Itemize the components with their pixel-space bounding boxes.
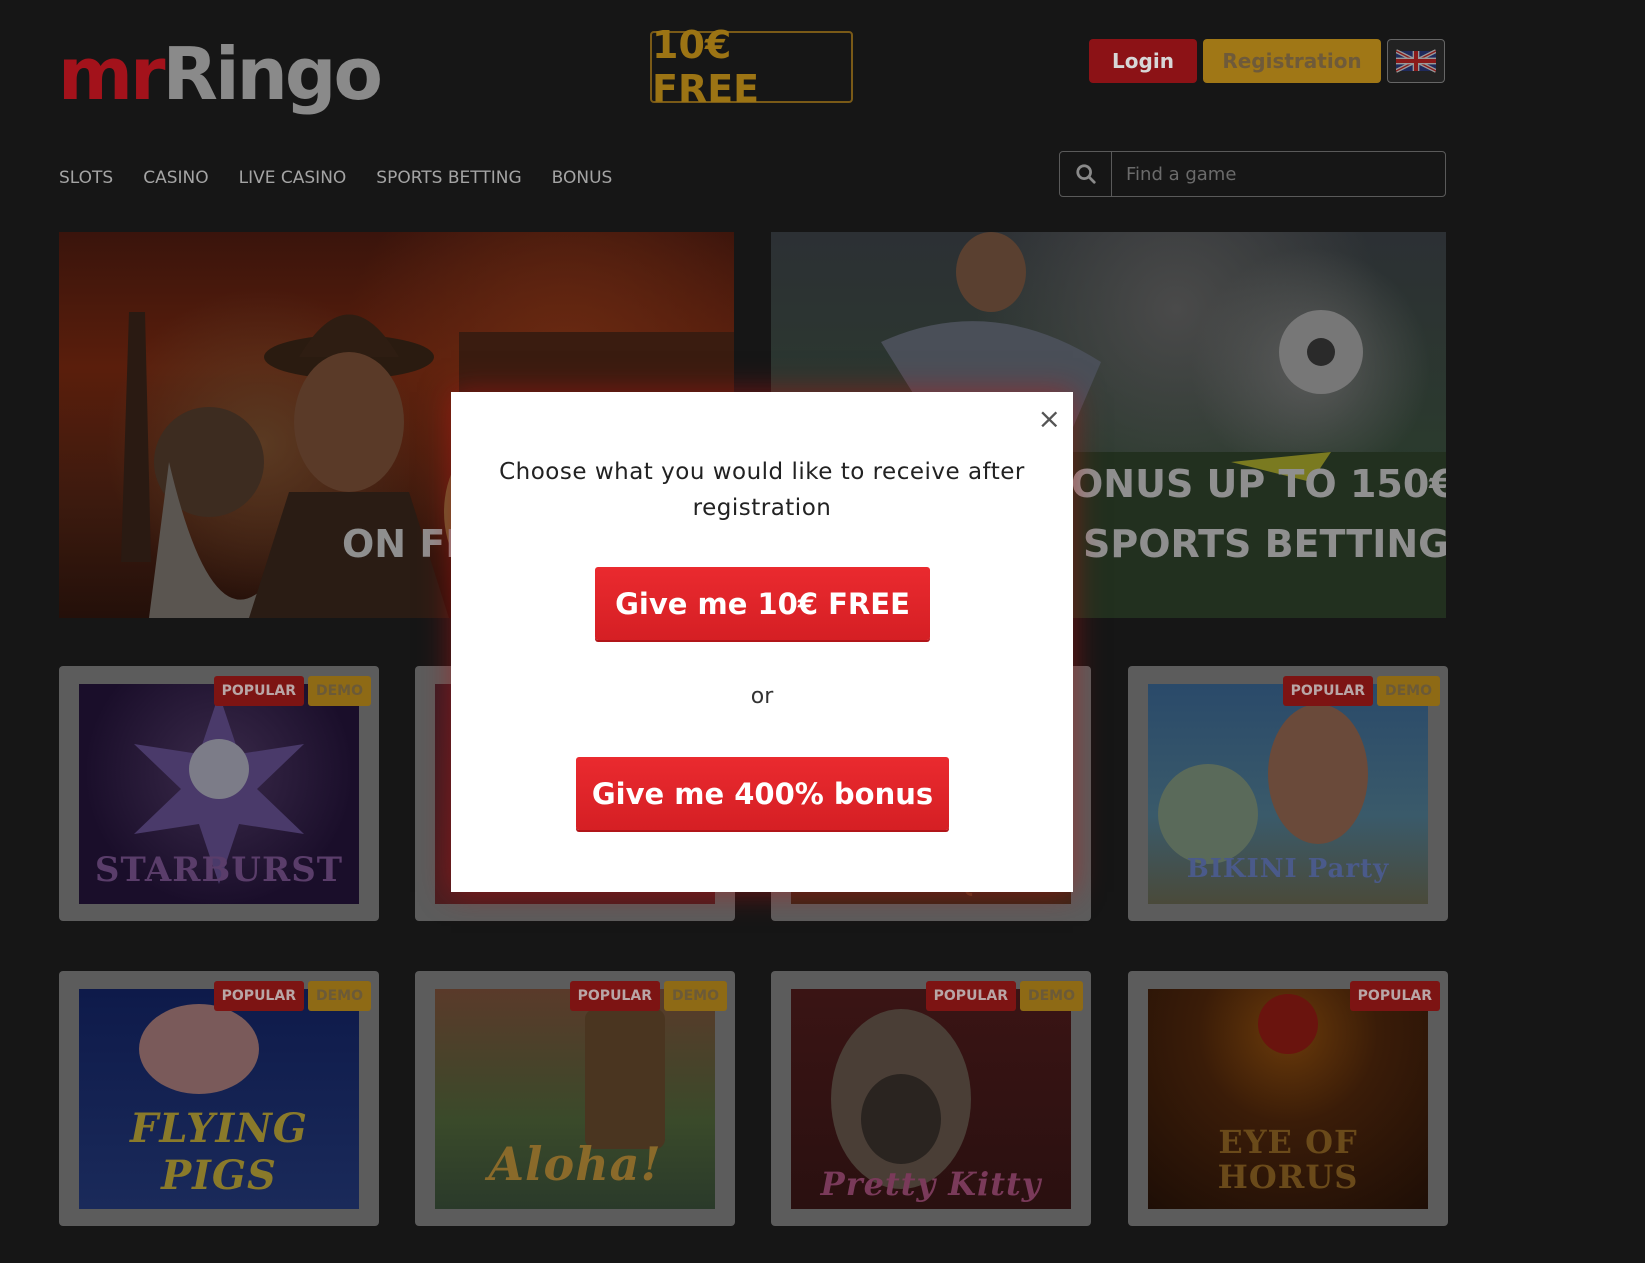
- give-400-bonus-button[interactable]: Give me 400% bonus: [576, 757, 949, 830]
- page: mr Ringo 10€ FREE Login Registration SLOT…: [0, 0, 1645, 1263]
- close-icon[interactable]: ×: [1038, 402, 1061, 435]
- or-separator: or: [750, 684, 774, 709]
- give-10-free-button[interactable]: Give me 10€ FREE: [595, 567, 930, 640]
- registration-choice-modal: × Choose what you would like to receive …: [451, 392, 1073, 892]
- modal-message: Choose what you would like to receive af…: [499, 459, 1025, 521]
